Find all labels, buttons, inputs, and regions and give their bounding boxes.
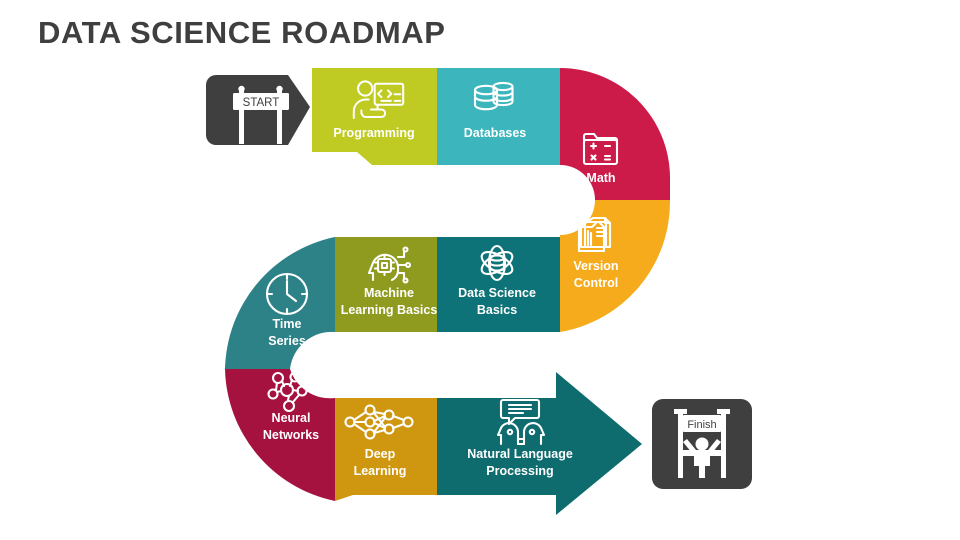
step-machine-learning-basics-shape[interactable] xyxy=(335,237,437,332)
start-label: START xyxy=(243,97,280,109)
start-knob-left xyxy=(238,85,245,93)
step-neural-networks[interactable]: Neural Networks xyxy=(225,369,335,501)
step-math-label: Math xyxy=(586,171,615,185)
finish-crossbar-left xyxy=(674,409,687,414)
step-version-control[interactable]: Version Control xyxy=(560,200,671,332)
step-data-science-basics-shape[interactable] xyxy=(437,237,560,332)
step-data-science-basics-label-2: Basics xyxy=(477,303,517,317)
finish-post-left xyxy=(678,410,683,478)
step-programming[interactable]: Programming xyxy=(312,68,437,165)
finish-crossbar-right xyxy=(717,409,730,414)
step-programming-label: Programming xyxy=(333,126,414,140)
step-natural-language-processing[interactable]: Natural Language Processing xyxy=(437,372,642,515)
step-time-series-label-1: Time xyxy=(273,317,302,331)
step-time-series-label-2: Series xyxy=(268,334,306,348)
step-databases-label: Databases xyxy=(464,126,527,140)
step-machine-learning-basics-label-2: Learning Basics xyxy=(341,303,438,317)
step-version-control-label-2: Control xyxy=(574,276,618,290)
step-version-control-label-1: Version xyxy=(573,259,618,273)
step-nlp-arrow-shape[interactable] xyxy=(437,372,642,515)
start-marker: START xyxy=(206,75,310,145)
step-neural-networks-label-1: Neural xyxy=(272,411,311,425)
step-nlp-label-1: Natural Language xyxy=(467,447,573,461)
finish-marker: Finish xyxy=(652,399,752,489)
step-deep-learning-label-2: Learning xyxy=(354,464,407,478)
finish-runner-head xyxy=(695,437,709,451)
finish-label: Finish xyxy=(687,419,716,431)
step-machine-learning-basics-label-1: Machine xyxy=(364,286,414,300)
clock-icon xyxy=(265,272,309,316)
step-math[interactable]: Math xyxy=(560,68,671,200)
step-data-science-basics-label-1: Data Science xyxy=(458,286,536,300)
step-deep-learning[interactable]: Deep Learning xyxy=(335,398,437,501)
step-time-series-fill xyxy=(225,237,335,369)
finish-post-right xyxy=(721,410,726,478)
start-knob-right xyxy=(276,85,283,93)
step-machine-learning-basics[interactable]: Machine Learning Basics xyxy=(335,237,437,332)
step-neural-networks-label-2: Networks xyxy=(263,428,319,442)
step-nlp-label-2: Processing xyxy=(486,464,553,478)
step-deep-learning-label-1: Deep xyxy=(365,447,396,461)
slide-canvas: DATA SCIENCE ROADMAP START Programming D… xyxy=(0,0,960,540)
step-data-science-basics[interactable]: Data Science Basics xyxy=(437,237,560,332)
roadmap-diagram: START Programming Databases Math Version… xyxy=(206,68,752,515)
step-time-series[interactable]: Time Series xyxy=(225,237,335,369)
step-databases[interactable]: Databases xyxy=(437,68,560,165)
